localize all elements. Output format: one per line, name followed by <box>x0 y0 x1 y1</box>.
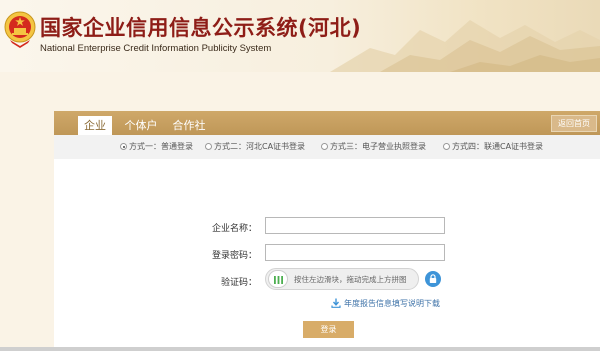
back-to-home-button[interactable]: 返回首页 <box>551 115 597 132</box>
login-method-label: 方式一：普通登录 <box>129 142 193 151</box>
radio-checked-icon[interactable] <box>120 143 127 150</box>
site-title: 国家企业信用信息公示系统(河北) <box>40 16 362 40</box>
captcha-label: 验证码： <box>220 278 257 288</box>
radio-icon[interactable] <box>321 143 328 150</box>
login-method-2[interactable]: 方式二：河北CA证书登录 <box>205 141 305 153</box>
lock-button[interactable] <box>425 271 441 287</box>
lock-icon <box>429 274 437 283</box>
download-icon <box>331 298 341 308</box>
tab-individual-business[interactable]: 个体户 <box>120 116 162 135</box>
tab-cooperative[interactable]: 合作社 <box>168 116 210 135</box>
site-header: 国家企业信用信息公示系统(河北) National Enterprise Cre… <box>0 0 600 72</box>
login-method-4[interactable]: 方式四：联通CA证书登录 <box>443 141 543 153</box>
drag-handle-icon <box>274 276 283 284</box>
site-subtitle: National Enterprise Credit Information P… <box>40 43 272 54</box>
password-input[interactable] <box>265 244 445 261</box>
login-method-1[interactable]: 方式一：普通登录 <box>120 141 193 153</box>
login-method-label: 方式三：电子营业执照登录 <box>330 142 426 151</box>
bottom-scroll-edge <box>0 347 600 351</box>
login-method-bar: 方式一：普通登录 方式二：河北CA证书登录 方式三：电子营业执照登录 方式四：联… <box>54 135 600 159</box>
radio-icon[interactable] <box>443 143 450 150</box>
login-method-label: 方式二：河北CA证书登录 <box>214 142 306 151</box>
radio-icon[interactable] <box>205 143 212 150</box>
captcha-slider[interactable]: 按住左边滑块，拖动完成上方拼图 <box>265 268 419 290</box>
company-name-input[interactable] <box>265 217 445 234</box>
login-method-3[interactable]: 方式三：电子营业执照登录 <box>321 141 426 153</box>
slider-hint-text: 按住左边滑块，拖动完成上方拼图 <box>294 275 407 284</box>
password-label: 登录密码： <box>211 251 257 261</box>
company-name-label: 企业名称： <box>211 224 257 234</box>
login-method-label: 方式四：联通CA证书登录 <box>452 142 544 151</box>
annual-report-guide-download-link[interactable]: 年度报告信息填写说明下载 <box>331 298 440 310</box>
slider-handle[interactable] <box>268 270 288 288</box>
download-link-text: 年度报告信息填写说明下载 <box>344 299 440 308</box>
login-button[interactable]: 登录 <box>303 321 354 338</box>
national-emblem-icon <box>4 11 36 48</box>
tab-enterprise[interactable]: 企业 <box>78 116 112 135</box>
entity-type-tabbar: 企业 个体户 合作社 返回首页 <box>54 111 600 135</box>
login-panel: 企业 个体户 合作社 返回首页 方式一：普通登录 方式二：河北CA证书登录 方式… <box>54 111 600 351</box>
